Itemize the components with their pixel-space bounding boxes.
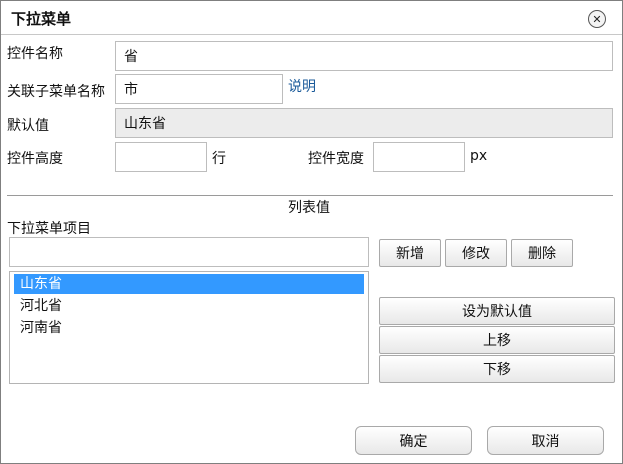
dialog-title: 下拉菜单 [11,10,72,28]
default-value-field [115,108,613,138]
width-input[interactable] [373,142,465,172]
delete-button[interactable]: 删除 [511,239,573,267]
control-name-input[interactable] [115,41,613,71]
list-item[interactable]: 河北省 [14,296,364,316]
height-unit: 行 [212,151,226,167]
move-up-button[interactable]: 上移 [379,326,615,354]
items-label: 下拉菜单项目 [7,221,91,237]
list-section-heading: 列表值 [288,200,330,216]
item-input[interactable] [9,237,369,267]
dialog-titlebar: 下拉菜单 ✕ [1,1,622,35]
dropdown-dialog: 下拉菜单 ✕ 控件名称 关联子菜单名称 说明 默认值 控件高度 行 控件宽度 p… [0,0,623,464]
control-name-label: 控件名称 [7,46,63,62]
help-link[interactable]: 说明 [288,76,316,96]
height-input[interactable] [115,142,207,172]
set-default-button[interactable]: 设为默认值 [379,297,615,325]
width-unit: px [470,148,488,164]
linked-submenu-label: 关联子菜单名称 [7,84,105,100]
width-label: 控件宽度 [308,151,364,167]
add-button[interactable]: 新增 [379,239,441,267]
ok-button[interactable]: 确定 [355,426,472,455]
height-label: 控件高度 [7,151,63,167]
close-icon[interactable]: ✕ [588,10,606,28]
list-item[interactable]: 河南省 [14,318,364,338]
linked-submenu-input[interactable] [115,74,283,104]
list-item[interactable]: 山东省 [14,274,364,294]
default-value-label: 默认值 [7,118,49,134]
move-down-button[interactable]: 下移 [379,355,615,383]
cancel-button[interactable]: 取消 [487,426,604,455]
items-listbox[interactable]: 山东省 河北省 河南省 [9,271,369,384]
section-divider [7,195,613,196]
edit-button[interactable]: 修改 [445,239,507,267]
